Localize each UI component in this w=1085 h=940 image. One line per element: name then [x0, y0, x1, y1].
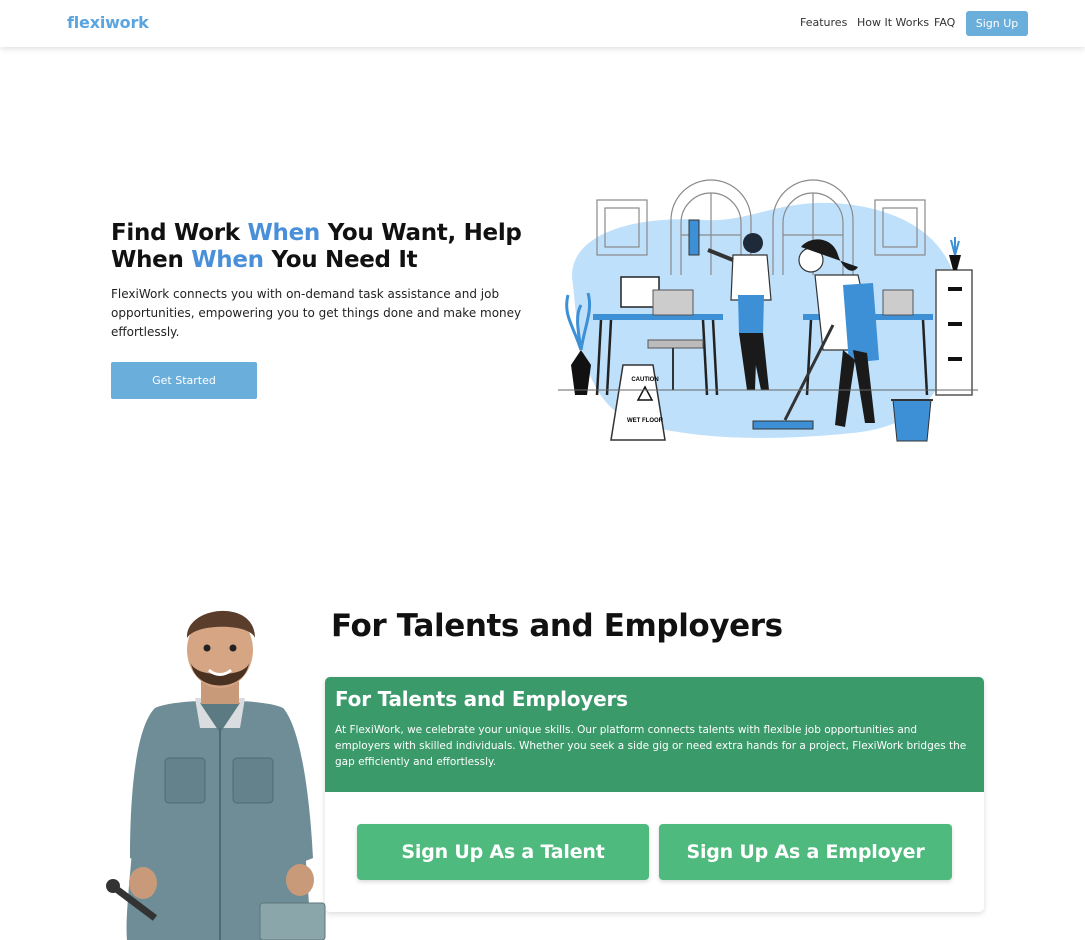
nav-link-features[interactable]: Features	[800, 16, 847, 29]
talents-employers-card: For Talents and Employers At FlexiWork, …	[325, 677, 984, 912]
signup-employer-button[interactable]: Sign Up As a Employer	[659, 824, 952, 880]
caution-text: CAUTION	[631, 377, 658, 383]
top-navbar: flexiwork Features How It Works FAQ Sign…	[0, 0, 1085, 47]
hero-title: Find Work When You Want, Help When When …	[111, 220, 541, 274]
get-started-button[interactable]: Get Started	[111, 362, 257, 399]
hero-description: FlexiWork connects you with on-demand ta…	[111, 287, 522, 339]
cleaning-illustration: CAUTION WET FLOOR	[558, 179, 978, 442]
signup-talent-button[interactable]: Sign Up As a Talent	[357, 824, 649, 880]
card-description: At FlexiWork, we celebrate your unique s…	[335, 724, 967, 768]
hero-title-part: Find Work	[111, 220, 248, 246]
nav-link-how-it-works[interactable]: How It Works	[857, 16, 929, 29]
hero-title-highlight: When	[191, 247, 264, 273]
section-title: For Talents and Employers	[331, 608, 783, 644]
hero-title-highlight: When	[247, 220, 320, 246]
card-header: For Talents and Employers At FlexiWork, …	[325, 677, 984, 792]
hero-title-part: You Need It	[263, 247, 418, 273]
worker-avatar	[106, 610, 326, 940]
card-title: For Talents and Employers	[335, 687, 628, 711]
wet-floor-text: WET FLOOR	[627, 418, 664, 424]
brand-logo[interactable]: flexiwork	[67, 13, 149, 32]
nav-signup-button[interactable]: Sign Up	[966, 11, 1028, 36]
nav-link-faq[interactable]: FAQ	[934, 16, 955, 29]
